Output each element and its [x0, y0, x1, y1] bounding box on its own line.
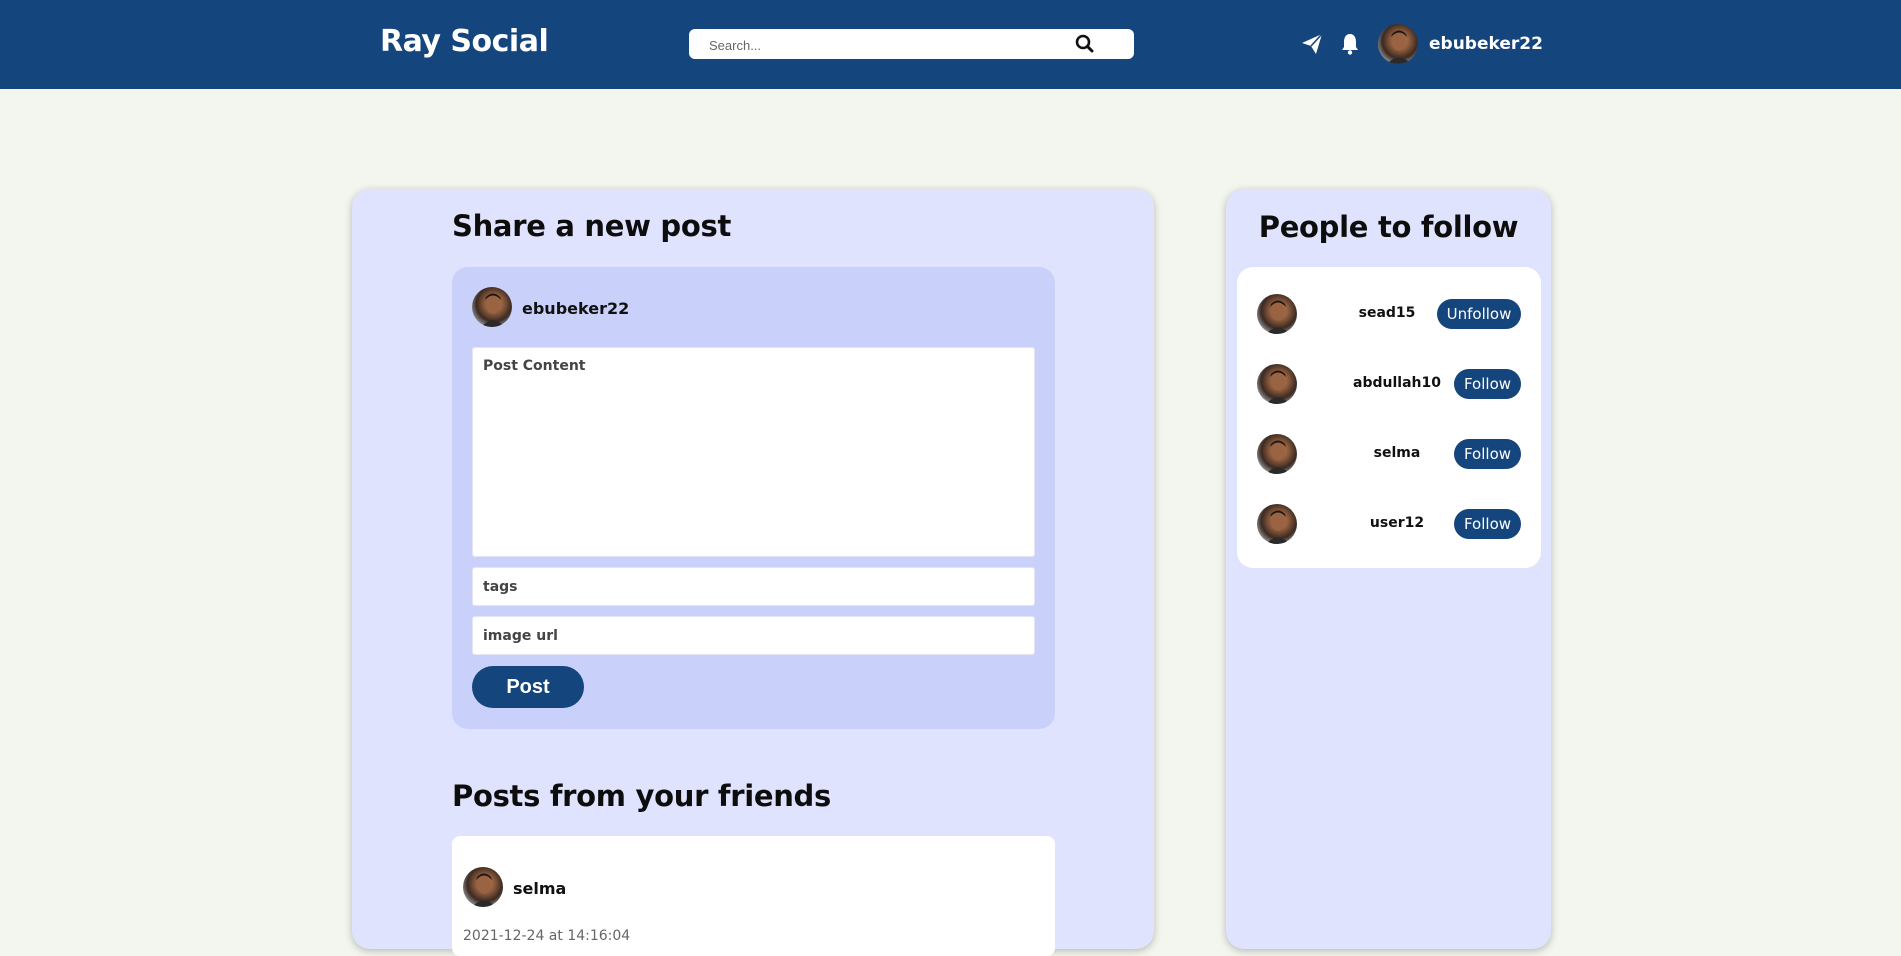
- list-item: user12 Follow: [1237, 502, 1541, 546]
- list-item: sead15 Unfollow: [1237, 292, 1541, 336]
- search-icon[interactable]: [1072, 31, 1098, 57]
- post-button[interactable]: Post: [472, 666, 584, 708]
- feed-title: Posts from your friends: [452, 779, 831, 813]
- composer-title: Share a new post: [452, 209, 732, 243]
- person-name[interactable]: user12: [1332, 515, 1462, 531]
- post-content-input[interactable]: [472, 347, 1035, 557]
- search-input[interactable]: [707, 35, 1071, 55]
- post-username[interactable]: selma: [513, 879, 566, 898]
- avatar[interactable]: [1257, 434, 1297, 474]
- avatar[interactable]: [463, 867, 503, 907]
- avatar[interactable]: [1257, 364, 1297, 404]
- follow-button[interactable]: Follow: [1454, 509, 1521, 539]
- avatar[interactable]: [1378, 24, 1418, 64]
- avatar[interactable]: [1257, 294, 1297, 334]
- bell-icon[interactable]: [1337, 31, 1363, 57]
- person-name[interactable]: selma: [1332, 445, 1462, 461]
- list-item: selma Follow: [1237, 432, 1541, 476]
- list-item: abdullah10 Follow: [1237, 362, 1541, 406]
- follow-button[interactable]: Follow: [1454, 439, 1521, 469]
- follow-button[interactable]: Follow: [1454, 369, 1521, 399]
- header-username[interactable]: ebubeker22: [1429, 34, 1543, 54]
- brand-logo[interactable]: Ray Social: [380, 24, 549, 59]
- avatar: [472, 287, 512, 327]
- unfollow-button[interactable]: Unfollow: [1437, 299, 1521, 329]
- avatar[interactable]: [1257, 504, 1297, 544]
- composer-username: ebubeker22: [522, 299, 630, 318]
- sidebar-title: People to follow: [1258, 210, 1519, 244]
- send-icon[interactable]: [1299, 31, 1325, 57]
- search-bar: [689, 29, 1134, 59]
- post-timestamp: 2021-12-24 at 14:16:04: [463, 928, 631, 944]
- tags-input[interactable]: [472, 567, 1035, 606]
- person-name[interactable]: sead15: [1322, 305, 1452, 321]
- person-name[interactable]: abdullah10: [1332, 375, 1462, 391]
- image-url-input[interactable]: [472, 616, 1035, 655]
